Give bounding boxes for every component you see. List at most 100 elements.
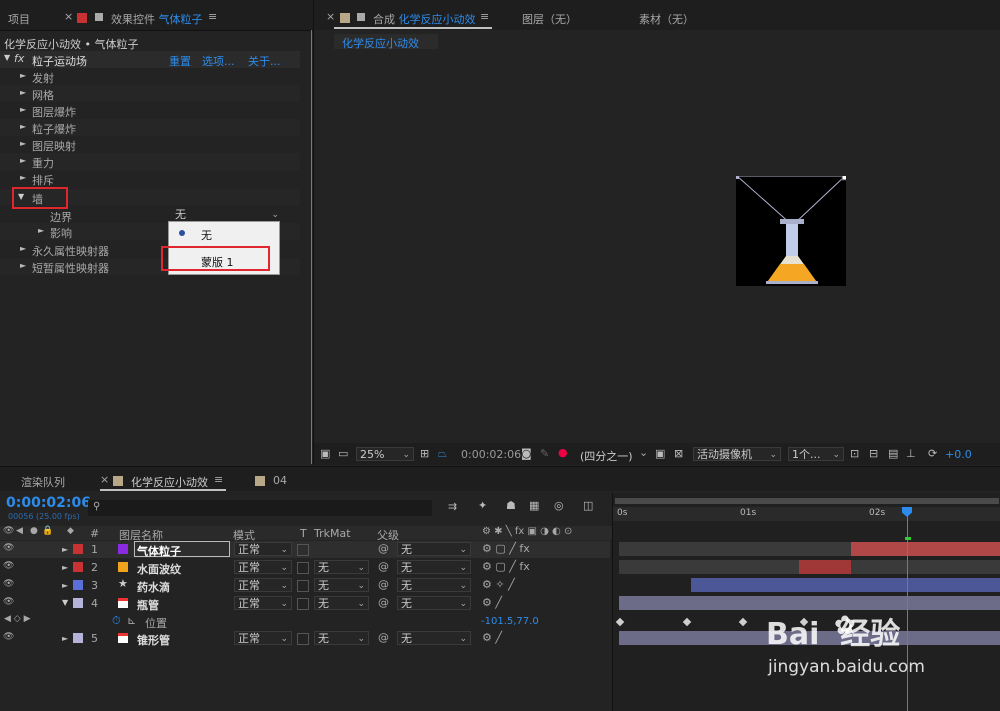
position-value[interactable]: -101.5,77.0: [481, 616, 539, 627]
expand-triangle-icon[interactable]: ▼: [62, 598, 68, 607]
expand-triangle-icon[interactable]: ►: [20, 173, 30, 182]
panel-menu-icon[interactable]: ≡: [480, 10, 489, 23]
expand-triangle-icon[interactable]: ►: [20, 105, 30, 114]
layer-switches[interactable]: ⚙ ▢ ╱ fx: [482, 560, 530, 573]
boundary-select[interactable]: 无 ⌄: [172, 208, 282, 222]
lock-column-icon[interactable]: 🔒: [42, 526, 53, 536]
position-property-row[interactable]: ◀ ◇ ▶ ⏱ ⊾ 位置 -101.5,77.0: [0, 613, 610, 630]
always-preview-icon[interactable]: ▣: [320, 447, 330, 460]
preserve-transparency-checkbox[interactable]: [297, 580, 309, 592]
solo-icon[interactable]: ●: [30, 526, 38, 536]
toggle-pixel-icon[interactable]: ⊡: [850, 447, 859, 460]
mask-visibility-icon[interactable]: ⏢: [438, 447, 447, 461]
prop-row[interactable]: ► 网格: [0, 85, 300, 102]
mode-select[interactable]: 正常 ⌄: [234, 560, 292, 574]
preserve-transparency-checkbox[interactable]: [297, 633, 309, 645]
expand-triangle-icon[interactable]: ►: [20, 71, 30, 80]
layer-row[interactable]: 👁 ► 1 气体粒子 正常 ⌄ @ 无 ⌄ ⚙ ▢ ╱ fx: [0, 541, 610, 558]
resolution-value[interactable]: (四分之一): [580, 448, 633, 464]
prop-row[interactable]: ► 发射: [0, 68, 300, 85]
expand-triangle-icon[interactable]: ►: [20, 139, 30, 148]
eye-icon[interactable]: 👁: [3, 543, 14, 553]
trkmat-select[interactable]: 无 ⌄: [314, 596, 369, 610]
camera-snapshot-icon[interactable]: ◙: [521, 447, 532, 460]
video-toggle-icon[interactable]: 👁: [3, 526, 14, 536]
layer-name[interactable]: 水面波纹: [137, 561, 181, 577]
layer-switches[interactable]: ⚙ ╱: [482, 631, 502, 644]
fx-icon[interactable]: fx: [14, 52, 24, 65]
region-of-interest-icon[interactable]: ▣: [655, 447, 665, 460]
zoom-select[interactable]: 25% ⌄: [356, 447, 414, 461]
expand-triangle-icon[interactable]: ►: [62, 634, 72, 643]
expand-triangle-icon[interactable]: ►: [20, 88, 30, 97]
parent-select[interactable]: 无 ⌄: [397, 631, 471, 645]
comp-canvas[interactable]: [734, 173, 849, 286]
parent-pickwhip-icon[interactable]: @: [378, 596, 389, 609]
motion-blur-icon[interactable]: ◎: [554, 499, 564, 512]
monitor-icon[interactable]: ▭: [338, 447, 348, 460]
time-ruler[interactable]: 0s 01s 02s: [613, 507, 1000, 521]
shy-icon[interactable]: ☗: [506, 499, 516, 512]
keyframe[interactable]: [682, 617, 692, 627]
prev-keyframe-icon[interactable]: ◀ ◇ ▶: [4, 614, 31, 624]
layer-row[interactable]: 👁 ► 2 水面波纹 正常 ⌄ 无 ⌄ @ 无 ⌄ ⚙ ▢ ╱ fx: [0, 559, 610, 576]
graph-icon[interactable]: ⊾: [127, 614, 136, 627]
label-color-swatch[interactable]: [73, 633, 83, 643]
trkmat-select[interactable]: 无 ⌄: [314, 631, 369, 645]
draft-3d-icon[interactable]: ✦: [478, 499, 487, 512]
mode-select[interactable]: 正常 ⌄: [234, 542, 292, 556]
expand-triangle-icon[interactable]: ►: [20, 122, 30, 131]
parent-pickwhip-icon[interactable]: @: [378, 560, 389, 573]
frame-blending-icon[interactable]: ▦: [529, 499, 539, 512]
fast-preview-icon[interactable]: ⊟: [869, 447, 878, 460]
trkmat-select[interactable]: 无 ⌄: [314, 578, 369, 592]
expand-triangle-icon[interactable]: ►: [62, 545, 72, 554]
tab-render-queue[interactable]: 渲染队列: [21, 474, 65, 490]
audio-toggle-icon[interactable]: ◀: [16, 526, 23, 536]
panel-menu-icon[interactable]: ≡: [208, 10, 217, 23]
mode-select[interactable]: 正常 ⌄: [234, 631, 292, 645]
layer-switches[interactable]: ⚙ ╱: [482, 596, 502, 609]
parent-select[interactable]: 无 ⌄: [397, 542, 471, 556]
label-color-swatch[interactable]: [73, 598, 83, 608]
lock-icon[interactable]: [357, 13, 365, 21]
options-link[interactable]: 选项...: [202, 53, 235, 69]
tab-composition[interactable]: 合成 化学反应小动效: [373, 11, 476, 27]
lock-icon[interactable]: [95, 13, 103, 21]
views-select[interactable]: 1个... ⌄: [788, 447, 844, 461]
timeline-icon[interactable]: ▤: [888, 447, 898, 460]
layer-bar-3[interactable]: [691, 578, 1000, 592]
tab-layer[interactable]: 图层（无）: [522, 11, 577, 27]
timeline-timecode[interactable]: 0:00:02:06: [6, 495, 91, 511]
prop-row[interactable]: ► 排斥: [0, 170, 300, 187]
eye-icon[interactable]: 👁: [3, 632, 14, 642]
tab-effects[interactable]: 效果控件 气体粒子: [111, 11, 203, 27]
trkmat-select[interactable]: 无 ⌄: [314, 560, 369, 574]
close-icon[interactable]: ×: [100, 473, 109, 486]
label-tag-icon[interactable]: ◆: [67, 526, 74, 536]
parent-pickwhip-icon[interactable]: @: [378, 631, 389, 644]
preserve-transparency-checkbox[interactable]: [297, 598, 309, 610]
expand-triangle-icon[interactable]: ►: [20, 156, 30, 165]
expand-triangle-icon[interactable]: ►: [20, 244, 30, 253]
close-icon[interactable]: ×: [64, 10, 73, 23]
layer-bar-2-active[interactable]: [799, 560, 851, 574]
expand-triangle-icon[interactable]: ▼: [4, 53, 10, 62]
keyframe[interactable]: [738, 617, 748, 627]
eye-icon[interactable]: 👁: [3, 579, 14, 589]
work-area-bar[interactable]: [615, 498, 999, 504]
reset-exposure-icon[interactable]: ⟳: [928, 447, 937, 460]
label-color-swatch[interactable]: [73, 544, 83, 554]
parent-pickwhip-icon[interactable]: @: [378, 578, 389, 591]
parent-select[interactable]: 无 ⌄: [397, 578, 471, 592]
expand-triangle-icon[interactable]: ►: [62, 563, 72, 572]
reset-link[interactable]: 重置: [169, 53, 191, 69]
parent-select[interactable]: 无 ⌄: [397, 560, 471, 574]
label-color-swatch[interactable]: [73, 562, 83, 572]
layer-bar-4[interactable]: [619, 596, 1000, 610]
keyframe[interactable]: [615, 617, 625, 627]
layer-search-input[interactable]: ⚲: [88, 500, 432, 516]
transparency-grid-icon[interactable]: ⊠: [674, 447, 683, 460]
layer-row[interactable]: 👁 ► 5 锥形管 正常 ⌄ 无 ⌄ @ 无 ⌄ ⚙ ╱: [0, 630, 610, 647]
tab-timeline-comp[interactable]: 化学反应小动效: [131, 474, 208, 490]
